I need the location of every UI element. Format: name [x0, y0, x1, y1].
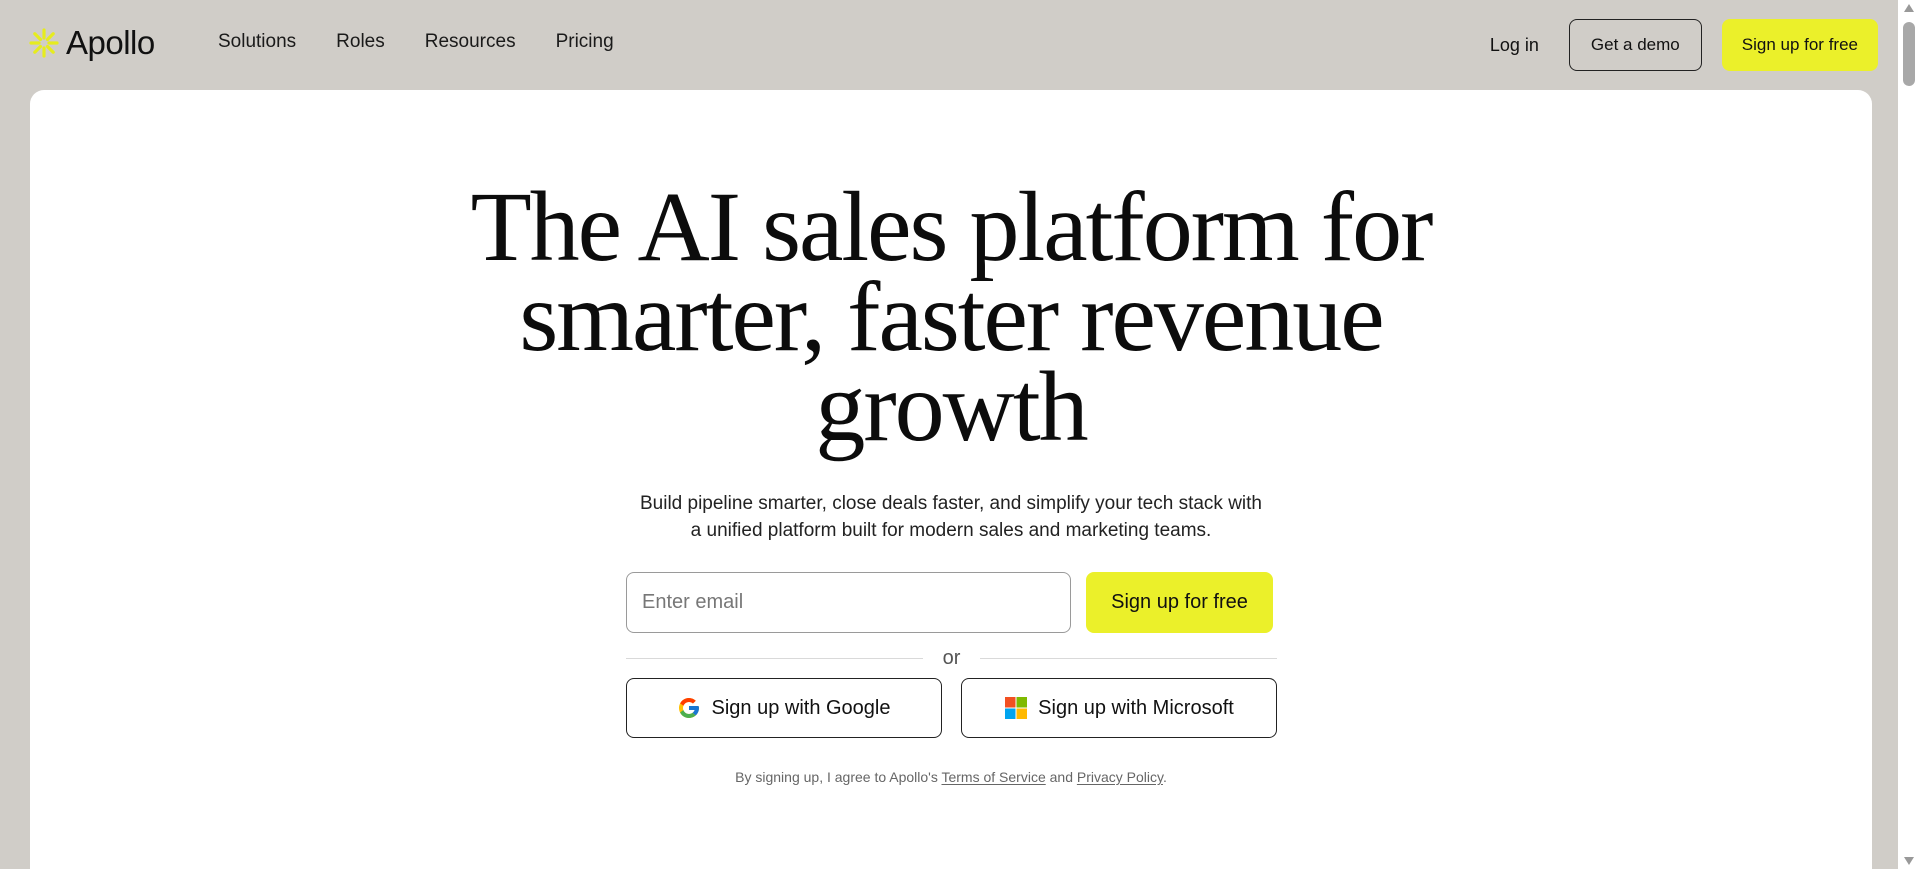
email-signup-form: Sign up for free — [626, 572, 1277, 633]
hero-headline: The AI sales platform for smarter, faste… — [30, 171, 1872, 462]
microsoft-signup-button[interactable]: Sign up with Microsoft — [961, 678, 1277, 738]
primary-nav: Solutions Roles Resources Pricing — [218, 31, 614, 53]
subtext-line-1: Build pipeline smarter, close deals fast… — [639, 493, 1262, 514]
terms-of-service-link[interactable]: Terms of Service — [941, 769, 1045, 785]
divider-line-left — [626, 657, 923, 659]
microsoft-signup-label: Sign up with Microsoft — [1038, 696, 1234, 719]
microsoft-icon — [1005, 697, 1028, 719]
login-link[interactable]: Log in — [1490, 35, 1539, 56]
hero-subtext: Build pipeline smarter, close deals fast… — [30, 490, 1872, 544]
google-icon — [679, 698, 700, 718]
privacy-policy-link[interactable]: Privacy Policy — [1077, 769, 1163, 785]
get-demo-button[interactable]: Get a demo — [1568, 19, 1702, 71]
scroll-down-arrow-icon[interactable] — [1904, 857, 1914, 865]
google-signup-button[interactable]: Sign up with Google — [626, 678, 942, 738]
divider-text: or — [942, 646, 961, 669]
nav-link-solutions[interactable]: Solutions — [218, 31, 296, 53]
email-input[interactable] — [626, 572, 1071, 633]
nav-signup-button[interactable]: Sign up for free — [1721, 19, 1878, 71]
legal-suffix: . — [1162, 769, 1167, 785]
top-nav: Apollo Solutions Roles Resources Pricing… — [0, 0, 1898, 90]
legal-prefix: By signing up, I agree to Apollo's — [735, 769, 942, 785]
google-signup-label: Sign up with Google — [711, 696, 891, 719]
hero-card: The AI sales platform for smarter, faste… — [30, 90, 1872, 869]
scroll-thumb[interactable] — [1903, 22, 1915, 86]
sso-buttons: Sign up with Google Sign up with Microso… — [626, 678, 1277, 738]
subtext-line-2: a unified platform built for modern sale… — [690, 520, 1212, 541]
or-divider: or — [626, 643, 1278, 673]
headline-line-1: The AI sales platform for — [470, 171, 1434, 282]
scroll-up-arrow-icon[interactable] — [1904, 4, 1914, 12]
nav-actions: Log in Get a demo Sign up for free — [1490, 19, 1878, 71]
email-signup-button[interactable]: Sign up for free — [1086, 572, 1273, 633]
nav-link-roles[interactable]: Roles — [336, 31, 385, 53]
headline-line-2: smarter, faster revenue — [519, 261, 1384, 372]
nav-link-pricing[interactable]: Pricing — [556, 31, 614, 53]
sunburst-logo-icon — [29, 28, 59, 58]
divider-line-right — [980, 657, 1278, 659]
legal-notice: By signing up, I agree to Apollo's Terms… — [30, 769, 1872, 785]
page-scrollbar[interactable] — [1898, 0, 1920, 869]
headline-line-3: growth — [815, 351, 1088, 462]
nav-link-resources[interactable]: Resources — [425, 31, 516, 53]
brand-name: Apollo — [66, 24, 155, 61]
legal-conjunction: and — [1045, 769, 1077, 785]
apollo-logo[interactable]: Apollo — [28, 24, 155, 62]
page: Apollo Solutions Roles Resources Pricing… — [0, 0, 1920, 869]
